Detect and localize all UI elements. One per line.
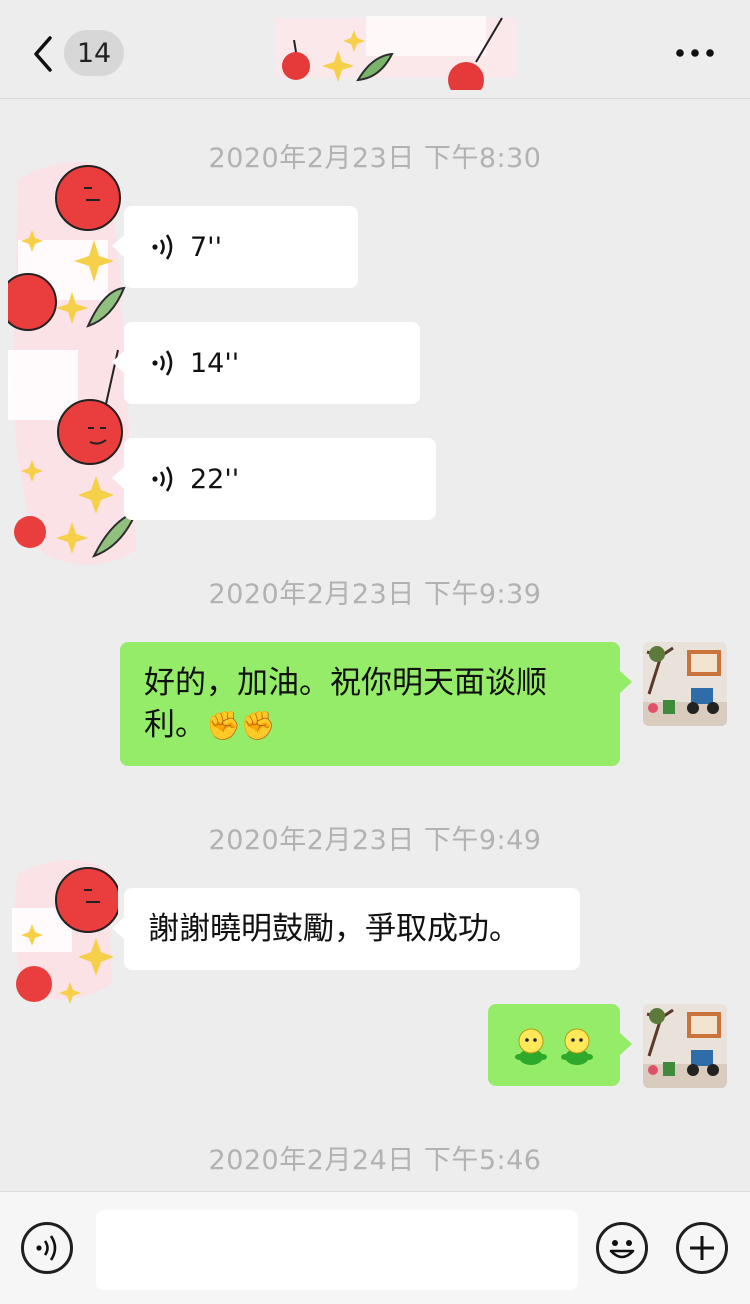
outgoing-text-message[interactable]: 好的，加油。祝你明天面谈顺利。✊✊ [120,642,632,767]
incoming-text-message[interactable]: 謝謝曉明鼓勵，爭取成功。 [112,888,580,970]
chat-title-sticker [276,16,516,90]
voice-icon [152,234,173,260]
contact-avatar[interactable] [8,854,118,1004]
voice-toggle-button[interactable] [21,1222,73,1274]
voice-icon [36,1235,57,1261]
voice-duration: 7'' [190,231,223,263]
unread-count-badge[interactable]: 14 [64,30,124,76]
chevron-left-icon[interactable] [30,34,56,74]
timestamp: 2020年2月23日 下午9:49 [208,825,542,856]
emoji-button[interactable] [596,1222,648,1274]
voice-icon [152,350,173,376]
timestamp: 2020年2月23日 下午9:39 [208,579,542,610]
more-dots-icon[interactable] [672,36,718,70]
smiley-icon [609,1240,635,1259]
input-bar [0,1191,750,1304]
fist-emoji: ✊✊ [206,709,276,742]
voice-icon [152,466,173,492]
voice-message[interactable]: 22'' [112,438,436,520]
my-avatar[interactable] [643,642,727,726]
message-body: 謝謝曉明鼓勵，爭取成功。 [148,911,520,947]
timestamp: 2020年2月24日 下午5:46 [208,1145,542,1176]
outgoing-emoji-message[interactable] [488,1004,632,1086]
message-text: 好的，加油。祝你明天面谈顺利。✊✊ [120,642,620,767]
message-input[interactable] [96,1210,578,1290]
more-actions-button[interactable] [676,1222,728,1274]
voice-message[interactable]: 7'' [112,206,358,288]
my-avatar[interactable] [643,1004,727,1088]
chat-header: 14 [0,0,750,99]
plus-circle-icon [690,1236,714,1260]
voice-message[interactable]: 14'' [112,322,420,404]
green-figure-emoji [561,1028,593,1065]
voice-duration: 22'' [190,463,240,495]
message-body: 好的，加油。祝你明天面谈顺利。 [144,665,547,743]
green-figure-emoji [515,1028,547,1065]
voice-duration: 14'' [190,347,240,379]
